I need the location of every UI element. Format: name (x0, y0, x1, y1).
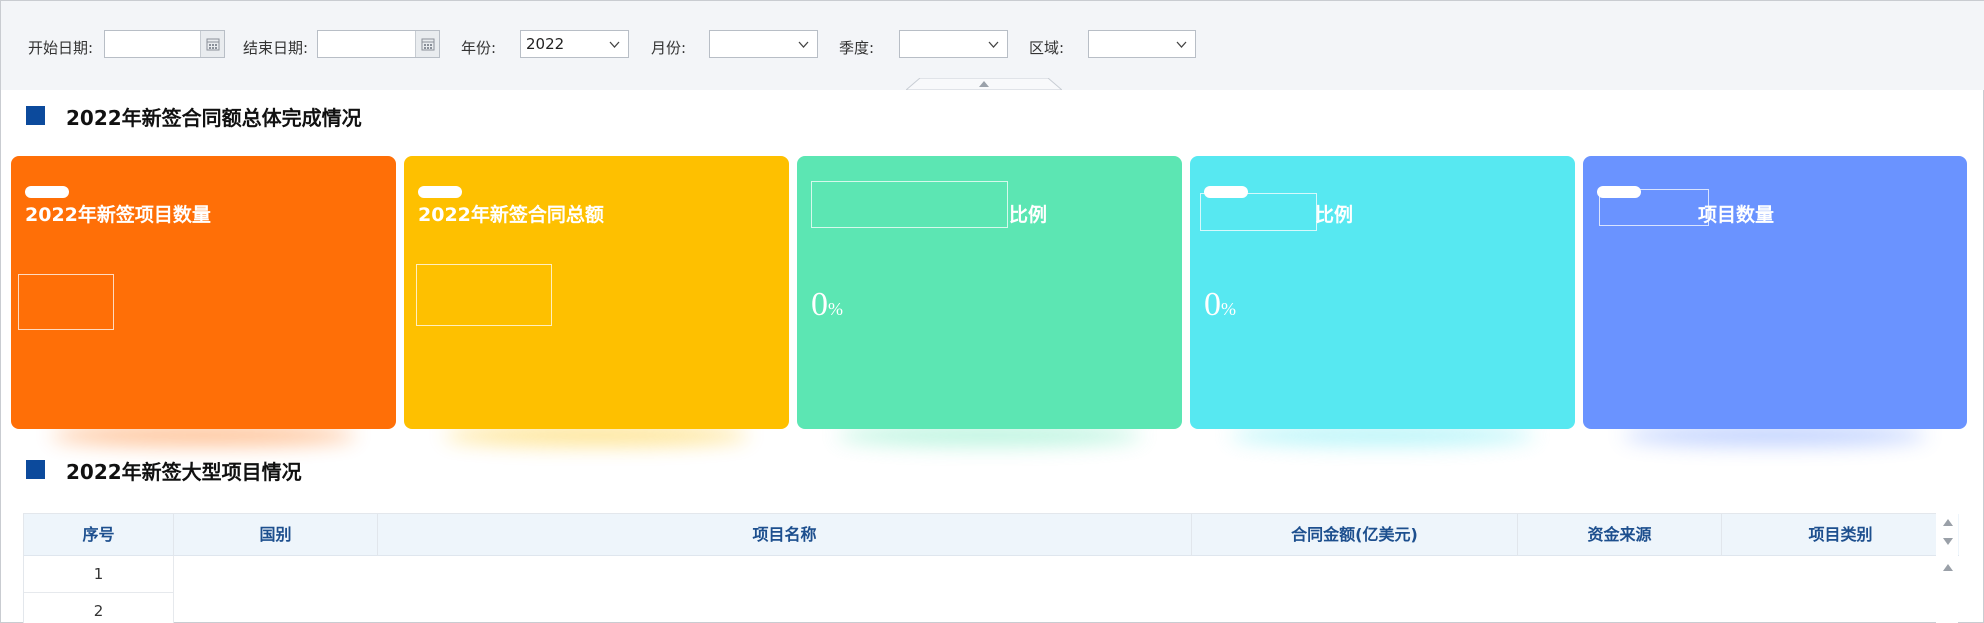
quarter-label: 季度: (839, 39, 875, 57)
column-header-contract-amount[interactable]: 合同金额(亿美元) (1192, 514, 1518, 556)
column-header-index[interactable]: 序号 (24, 514, 174, 556)
card-title: 比例 (1009, 204, 1048, 226)
scroll-down-icon[interactable] (1941, 536, 1955, 548)
card-value: 0% (811, 286, 843, 324)
section-title-large-projects: 2022年新签大型项目情况 (66, 460, 302, 484)
summary-card-ratio-1: 比例 0% (797, 156, 1182, 445)
filter-bar: 开始日期: 结束日期: 年份: 2022 月份: 季度: 区域: (1, 1, 1984, 90)
card-value-unit: % (828, 299, 843, 319)
card-pill (25, 186, 69, 198)
chevron-down-icon (1176, 41, 1187, 48)
column-header-funding-source[interactable]: 资金来源 (1518, 514, 1722, 556)
redacted-value-box (18, 274, 114, 330)
large-projects-table: 序号 国别 项目名称 合同金额(亿美元) 资金来源 项目类别 1 2 (23, 513, 1959, 623)
redacted-title-box (1599, 189, 1709, 226)
card-pill (418, 186, 462, 198)
summary-card-contract-total: 2022年新签合同总额 (404, 156, 789, 445)
card-glow (1230, 425, 1535, 445)
calendar-icon[interactable] (200, 31, 224, 57)
region-select[interactable] (1088, 30, 1196, 58)
year-select[interactable]: 2022 (520, 30, 629, 58)
column-header-project-type[interactable]: 项目类别 (1722, 514, 1959, 556)
section-title-overview: 2022年新签合同额总体完成情况 (66, 106, 362, 130)
table-header: 序号 国别 项目名称 合同金额(亿美元) 资金来源 项目类别 (24, 514, 1959, 556)
year-value: 2022 (526, 35, 565, 53)
end-date-input[interactable] (317, 30, 440, 58)
card-glow (1623, 425, 1927, 445)
year-label: 年份: (461, 39, 497, 57)
month-label: 月份: (651, 39, 687, 57)
redacted-title-box (1200, 193, 1317, 231)
card-glow (51, 425, 356, 445)
card-glow (837, 425, 1142, 445)
card-value-number: 0 (1204, 286, 1221, 323)
summary-card-project-count: 2022年新签项目数量 (11, 156, 396, 445)
region-label: 区域: (1029, 39, 1065, 57)
month-select[interactable] (709, 30, 818, 58)
calendar-icon[interactable] (415, 31, 439, 57)
start-date-label: 开始日期: (28, 39, 94, 57)
card-glow (444, 425, 749, 445)
collapse-toggle-icon[interactable] (906, 78, 1062, 90)
summary-card-large-project-count: 项目数量 (1583, 156, 1967, 445)
card-title: 比例 (1315, 204, 1354, 226)
card-title: 2022年新签合同总额 (418, 204, 604, 226)
card-title: 项目数量 (1698, 204, 1775, 226)
chevron-down-icon (609, 41, 620, 48)
section-marker (26, 106, 45, 125)
card-value-number: 0 (811, 286, 828, 323)
section-marker (26, 460, 45, 479)
quarter-select[interactable] (899, 30, 1008, 58)
column-header-country[interactable]: 国别 (174, 514, 378, 556)
table-row-index: 2 (24, 593, 174, 623)
column-header-project-name[interactable]: 项目名称 (378, 514, 1192, 556)
scroll-up-icon[interactable] (1941, 516, 1955, 528)
redacted-value-box (416, 264, 552, 326)
start-date-input[interactable] (104, 30, 225, 58)
end-date-label: 结束日期: (243, 39, 309, 57)
table-row-index: 1 (24, 556, 174, 593)
card-value: 0% (1204, 286, 1236, 324)
chevron-down-icon (798, 41, 809, 48)
summary-card-ratio-2: 比例 0% (1190, 156, 1575, 445)
scroll-up-icon[interactable] (1941, 561, 1955, 573)
redacted-title-box (811, 181, 1008, 228)
card-title: 2022年新签项目数量 (25, 204, 211, 226)
card-value-unit: % (1221, 299, 1236, 319)
chevron-down-icon (988, 41, 999, 48)
